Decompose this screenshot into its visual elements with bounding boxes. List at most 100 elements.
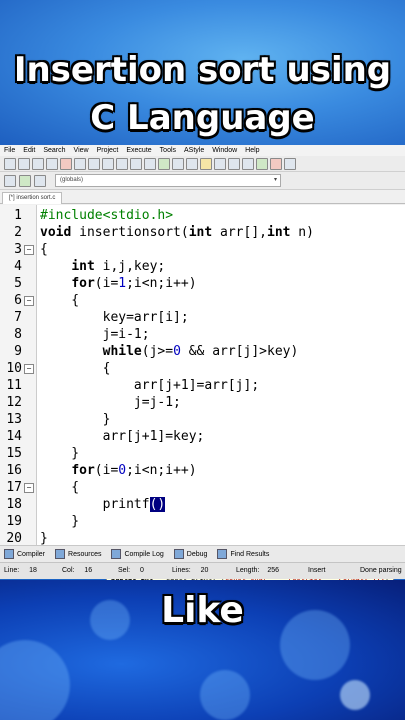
menu-search[interactable]: Search [43, 145, 65, 156]
fold-toggle-icon[interactable]: − [24, 483, 34, 493]
line-number: 1 [14, 208, 22, 223]
find-icon[interactable] [116, 157, 128, 170]
open-file-icon[interactable] [18, 157, 30, 170]
tab-compiler[interactable]: Compiler [4, 549, 45, 559]
code-line[interactable]: 10− { [0, 360, 405, 377]
debug-icon[interactable] [284, 157, 296, 170]
code-line[interactable]: 9 while(j>=0 && arr[j]>key) [0, 343, 405, 360]
menu-execute[interactable]: Execute [126, 145, 151, 156]
fold-toggle-icon[interactable]: − [24, 245, 34, 255]
code-line[interactable]: 12 j=j-1; [0, 394, 405, 411]
fold-toggle-icon[interactable]: − [24, 364, 34, 374]
goto-icon[interactable] [34, 174, 46, 187]
code-line[interactable]: 15 } [0, 445, 405, 462]
run-icon[interactable] [158, 157, 170, 170]
layout-icon[interactable] [242, 157, 254, 170]
stop-icon[interactable] [270, 157, 282, 170]
code-line[interactable]: 16 for(i=0;i<n;i++) [0, 462, 405, 479]
status-length: Length: 256 [236, 567, 279, 574]
class-browser-icon[interactable] [4, 174, 16, 187]
status-mode: Insert [308, 567, 326, 574]
save-all-icon[interactable] [46, 157, 58, 170]
scope-combo[interactable]: (globals) ▾ [55, 174, 281, 187]
main-toolbar [0, 156, 405, 172]
tab-label: Find Results [230, 550, 270, 558]
chevron-down-icon[interactable]: ▾ [274, 175, 277, 186]
menu-astyle[interactable]: AStyle [184, 145, 204, 156]
secondary-toolbar: (globals) ▾ [0, 172, 405, 190]
line-number: 8 [14, 327, 22, 342]
bookmark-icon[interactable] [200, 157, 212, 170]
line-number: 19 [6, 514, 22, 529]
line-number: 12 [6, 395, 22, 410]
code-text: } [40, 446, 80, 461]
code-editor[interactable]: 1 #include<stdio.h> 2 void insertionsort(in… [0, 205, 405, 585]
bokeh-light [200, 670, 250, 720]
code-line[interactable]: 8 j=i-1; [0, 326, 405, 343]
file-tab[interactable]: [*] insertion sort.c [2, 192, 63, 204]
code-line[interactable]: 2 void insertionsort(int arr[],int n) [0, 224, 405, 241]
code-text: key=arr[i]; [40, 310, 189, 325]
line-number: 7 [14, 310, 22, 325]
tab-debug[interactable]: Debug [173, 549, 207, 559]
undo-icon[interactable] [88, 157, 100, 170]
resources-icon [55, 549, 66, 559]
code-text: } [40, 514, 80, 529]
code-line[interactable]: 5 for(i=1;i<n;i++) [0, 275, 405, 292]
insert-icon[interactable] [19, 174, 31, 187]
tab-resources[interactable]: Resources [55, 549, 101, 559]
code-line[interactable]: 6− { [0, 292, 405, 309]
code-line[interactable]: 3−{ [0, 241, 405, 258]
grid-icon[interactable] [214, 157, 226, 170]
code-text: j=j-1; [40, 395, 181, 410]
compile-icon[interactable] [144, 157, 156, 170]
code-line[interactable]: 7 key=arr[i]; [0, 309, 405, 326]
menu-tools[interactable]: Tools [160, 145, 176, 156]
menu-project[interactable]: Project [97, 145, 119, 156]
close-icon[interactable] [60, 157, 72, 170]
code-line[interactable]: 19 } [0, 513, 405, 530]
caption-line2: C Language [90, 98, 315, 138]
code-text: for(i=1;i<n;i++) [71, 276, 197, 291]
window-icon[interactable] [228, 157, 240, 170]
line-number: 15 [6, 446, 22, 461]
redo-icon[interactable] [102, 157, 114, 170]
bokeh-light [340, 680, 370, 710]
code-line[interactable]: 13 } [0, 411, 405, 428]
save-icon[interactable] [32, 157, 44, 170]
status-col: Col: 16 [62, 567, 93, 574]
search-icon [217, 549, 228, 559]
menu-help[interactable]: Help [245, 145, 259, 156]
code-text: { [40, 293, 80, 308]
check-icon[interactable] [256, 157, 268, 170]
code-line[interactable]: 1 #include<stdio.h> [0, 207, 405, 224]
fold-toggle-icon[interactable]: − [24, 296, 34, 306]
code-line[interactable]: 17− { [0, 479, 405, 496]
menu-window[interactable]: Window [212, 145, 237, 156]
line-number: 4 [14, 259, 22, 274]
line-number: 6 [14, 293, 22, 308]
code-line[interactable]: 4 int i,j,key; [0, 258, 405, 275]
tab-compile-log[interactable]: Compile Log [111, 549, 164, 559]
replace-icon[interactable] [130, 157, 142, 170]
code-line[interactable]: 14 arr[j+1]=key; [0, 428, 405, 445]
new-file-icon[interactable] [4, 157, 16, 170]
line-number: 14 [6, 429, 22, 444]
unindent-icon[interactable] [186, 157, 198, 170]
line-number: 18 [6, 497, 22, 512]
code-text: while(j>=0 && arr[j]>key) [102, 344, 299, 359]
menu-view[interactable]: View [74, 145, 89, 156]
code-text: void insertionsort(int arr[],int n) [40, 225, 314, 240]
scope-combo-value: (globals) [60, 177, 84, 183]
tab-find-results[interactable]: Find Results [217, 549, 269, 559]
code-line[interactable]: 11 arr[j+1]=arr[j]; [0, 377, 405, 394]
menu-file[interactable]: File [4, 145, 15, 156]
print-icon[interactable] [74, 157, 86, 170]
line-number: 11 [6, 378, 22, 393]
indent-icon[interactable] [172, 157, 184, 170]
code-text: int i,j,key; [71, 259, 166, 274]
code-line[interactable]: 18 printf() [0, 496, 405, 513]
tab-label: Compiler [17, 550, 46, 558]
menu-edit[interactable]: Edit [23, 145, 35, 156]
status-message: Done parsing [360, 567, 402, 574]
